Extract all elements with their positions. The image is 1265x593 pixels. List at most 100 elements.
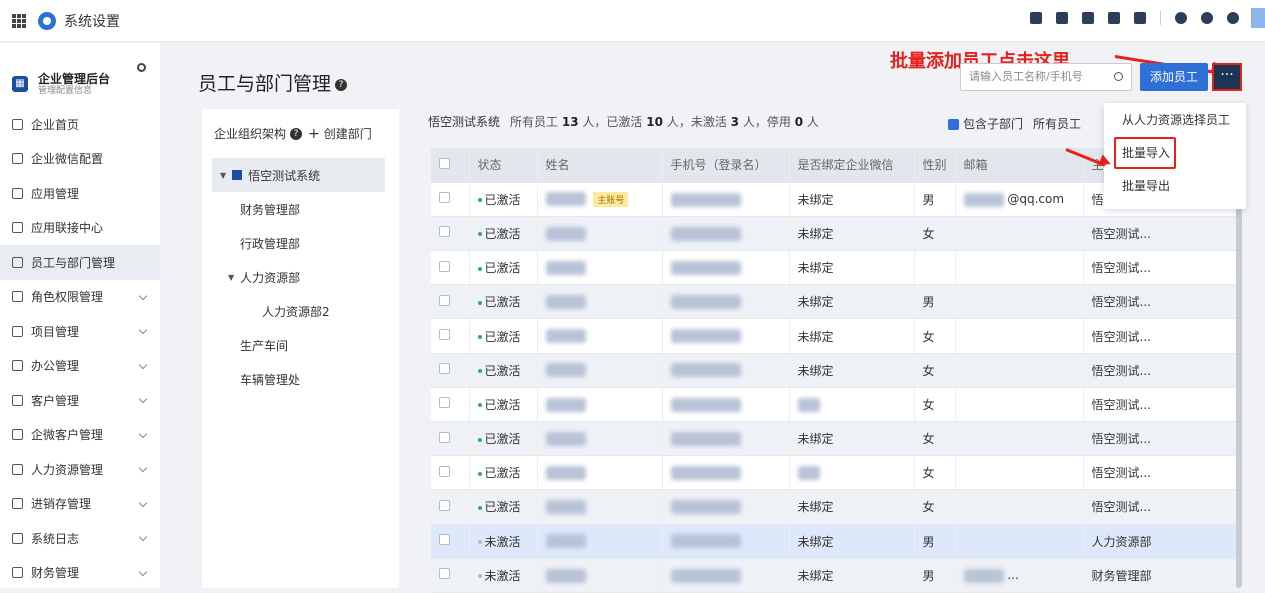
checkbox[interactable]: [439, 294, 450, 306]
table-row[interactable]: 已激活 女 悟空测试...: [431, 387, 1240, 423]
menu-batch-export[interactable]: 批量导出: [1104, 169, 1246, 203]
nav-wecom-customer[interactable]: 企微客户管理: [0, 418, 160, 453]
table-row[interactable]: 未激活 未绑定 男 ... 财务管理部: [431, 558, 1240, 593]
search-icon[interactable]: [1114, 72, 1123, 81]
checkbox[interactable]: [439, 431, 450, 443]
checkbox[interactable]: [439, 534, 450, 546]
row-select-cell[interactable]: [431, 284, 470, 320]
settings-gear-icon[interactable]: [137, 63, 146, 72]
caret-down-icon[interactable]: ▼: [228, 273, 234, 282]
name-cell[interactable]: [537, 558, 663, 593]
tree-dept[interactable]: 车辆管理处: [202, 362, 399, 396]
checkbox[interactable]: [439, 499, 450, 511]
row-select-cell[interactable]: [431, 489, 470, 525]
col-phone[interactable]: 手机号（登录名）: [662, 148, 790, 183]
help-icon[interactable]: [1201, 12, 1213, 24]
name-cell[interactable]: 主账号: [537, 182, 663, 217]
include-sub-checkbox[interactable]: 包含子部门: [948, 115, 1023, 132]
checkbox[interactable]: [439, 397, 450, 409]
name-cell[interactable]: [537, 387, 663, 423]
nav-customer[interactable]: 客户管理: [0, 383, 160, 418]
avatar[interactable]: [1251, 8, 1265, 28]
row-select-cell[interactable]: [431, 421, 470, 457]
row-select-cell[interactable]: [431, 318, 470, 354]
plus-icon[interactable]: +: [308, 126, 320, 142]
app-grid-icon[interactable]: [12, 13, 26, 28]
checkbox[interactable]: [439, 157, 450, 169]
more-button[interactable]: ···: [1212, 63, 1242, 91]
tree-dept[interactable]: 财务管理部: [202, 192, 399, 226]
table-row[interactable]: 已激活 未绑定 男 悟空测试...: [431, 284, 1240, 320]
checkbox[interactable]: [439, 226, 450, 238]
gear-icon[interactable]: [1227, 12, 1239, 24]
row-select-cell[interactable]: [431, 182, 470, 217]
checkbox[interactable]: [439, 465, 450, 477]
nav-wecom-config[interactable]: 企业微信配置: [0, 142, 160, 177]
help-icon[interactable]: ?: [290, 127, 303, 140]
contacts-icon[interactable]: [1056, 12, 1068, 24]
name-cell[interactable]: [537, 318, 663, 354]
table-row[interactable]: 未激活 未绑定 男 人力资源部: [431, 524, 1240, 559]
tree-root[interactable]: ▼ 悟空测试系统: [212, 158, 385, 192]
name-cell[interactable]: [537, 421, 663, 457]
add-staff-button[interactable]: 添加员工: [1140, 63, 1208, 91]
help-icon[interactable]: ?: [335, 78, 348, 91]
nav-inventory[interactable]: 进销存管理: [0, 487, 160, 522]
nav-home[interactable]: 企业首页: [0, 107, 160, 142]
table-row[interactable]: 已激活 女 悟空测试...: [431, 455, 1240, 491]
staff-filter-select[interactable]: 所有员工: [1033, 115, 1081, 132]
tree-dept[interactable]: 行政管理部: [202, 226, 399, 260]
nav-staff-dept[interactable]: 员工与部门管理: [0, 245, 160, 280]
table-row[interactable]: 已激活 未绑定 女 悟空测试...: [431, 318, 1240, 354]
search-input[interactable]: 请输入员工名称/手机号: [960, 63, 1132, 91]
menu-select-from-hr[interactable]: 从人力资源选择员工: [1104, 103, 1246, 137]
checkbox[interactable]: [439, 260, 450, 272]
table-row[interactable]: 已激活 未绑定 女 悟空测试...: [431, 421, 1240, 457]
nav-hr[interactable]: 人力资源管理: [0, 452, 160, 487]
name-cell[interactable]: [537, 216, 663, 252]
row-select-cell[interactable]: [431, 250, 470, 286]
name-cell[interactable]: [537, 250, 663, 286]
checkbox[interactable]: [439, 329, 450, 341]
table-row[interactable]: 已激活 未绑定 女 悟空测试...: [431, 216, 1240, 252]
menu-batch-import[interactable]: 批量导入: [1114, 137, 1176, 169]
nav-app-manage[interactable]: 应用管理: [0, 176, 160, 211]
row-select-cell[interactable]: [431, 353, 470, 388]
name-cell[interactable]: [537, 284, 663, 320]
nav-project[interactable]: 项目管理: [0, 314, 160, 349]
name-cell[interactable]: [537, 455, 663, 491]
nav-syslog[interactable]: 系统日志: [0, 521, 160, 556]
col-wecom[interactable]: 是否绑定企业微信: [789, 148, 915, 183]
row-select-cell[interactable]: [431, 558, 470, 593]
checkbox[interactable]: [439, 568, 450, 580]
nav-finance[interactable]: 财务管理: [0, 556, 160, 591]
table-row[interactable]: 已激活 未绑定 女 悟空测试...: [431, 353, 1240, 388]
row-select-cell[interactable]: [431, 455, 470, 491]
col-gender[interactable]: 性别: [914, 148, 956, 183]
name-cell[interactable]: [537, 489, 663, 525]
col-email[interactable]: 邮箱: [955, 148, 1084, 183]
bell-icon[interactable]: [1175, 12, 1187, 24]
tree-dept[interactable]: ▼ 人力资源部: [202, 260, 399, 294]
scrollbar[interactable]: [1236, 183, 1242, 588]
table-row[interactable]: 已激活 未绑定 女 悟空测试...: [431, 489, 1240, 525]
report-icon[interactable]: [1108, 12, 1120, 24]
name-cell[interactable]: [537, 353, 663, 388]
row-select-cell[interactable]: [431, 387, 470, 423]
caret-down-icon[interactable]: ▼: [220, 171, 226, 180]
tree-dept[interactable]: 人力资源部2: [202, 294, 399, 328]
name-cell[interactable]: [537, 524, 663, 559]
row-select-cell[interactable]: [431, 524, 470, 559]
calendar-icon[interactable]: [1134, 12, 1146, 24]
checkbox[interactable]: [439, 363, 450, 375]
nav-role-perm[interactable]: 角色权限管理: [0, 280, 160, 315]
nav-app-link[interactable]: 应用联接中心: [0, 211, 160, 246]
create-dept-link[interactable]: 创建部门: [324, 125, 372, 142]
task-icon[interactable]: [1030, 12, 1042, 24]
col-name[interactable]: 姓名: [537, 148, 663, 183]
select-all-cell[interactable]: [431, 148, 470, 183]
col-status[interactable]: 状态: [469, 148, 538, 183]
checkbox[interactable]: [439, 192, 450, 204]
nav-office[interactable]: 办公管理: [0, 349, 160, 384]
table-row[interactable]: 已激活 未绑定 悟空测试...: [431, 250, 1240, 286]
